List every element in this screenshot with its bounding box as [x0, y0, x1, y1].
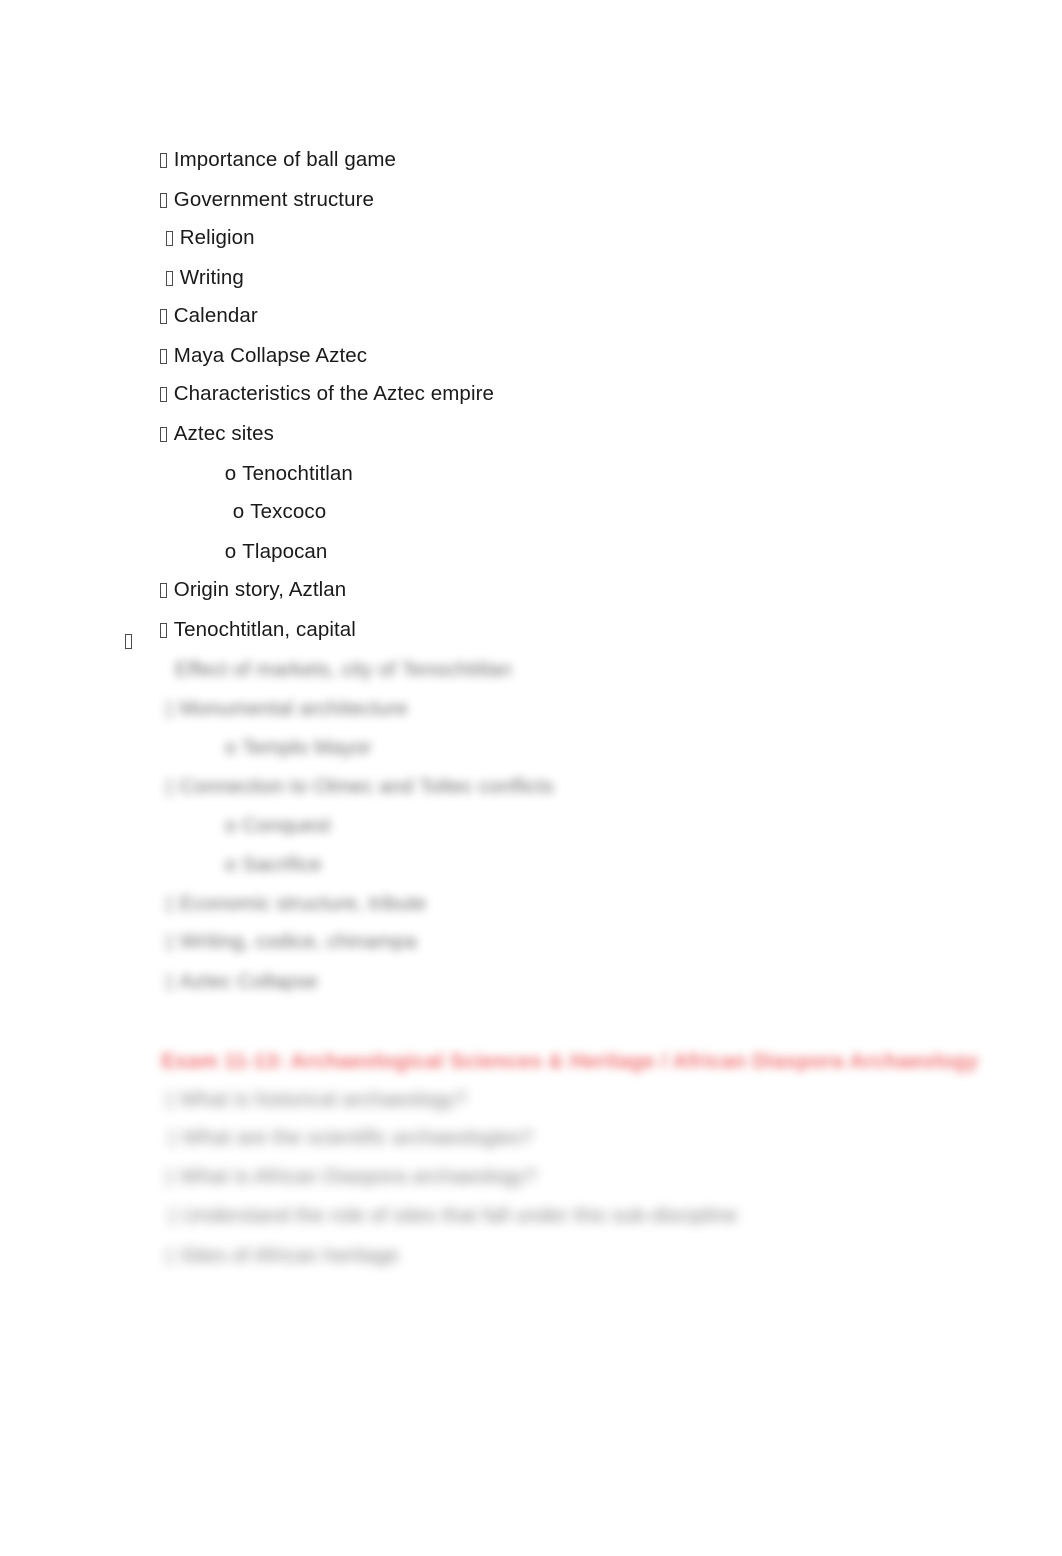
bullet-glyph-icon: [159, 427, 167, 442]
bullet-glyph-icon: [165, 1249, 173, 1264]
redacted-list-item-label: Aztec Collapse: [179, 970, 318, 993]
document-page: Importance of ball game Government struc…: [0, 0, 1062, 1556]
bullet-glyph-icon: [165, 702, 173, 717]
bullet-glyph-icon: [125, 634, 132, 649]
bullet-glyph-icon: [165, 975, 173, 990]
bullet-glyph-icon: [165, 780, 173, 795]
redacted-list-item: Aztec Collapse: [131, 943, 318, 1021]
redacted-list-item-label: Sites of African heritage: [179, 1244, 399, 1267]
redacted-list-item: Sites of African heritage: [131, 1217, 399, 1295]
